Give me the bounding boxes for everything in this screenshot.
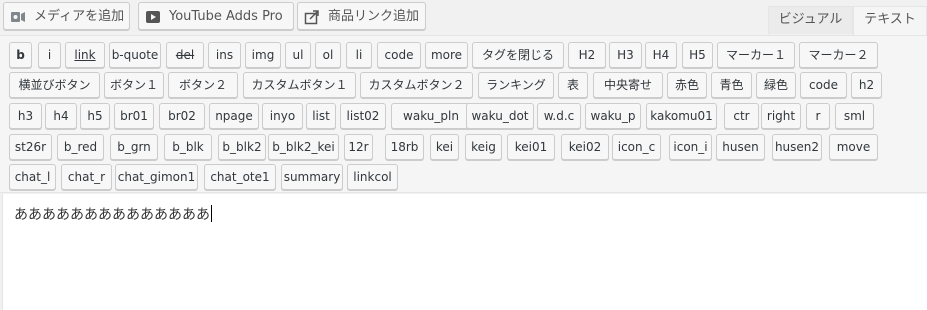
quicktag-button[interactable]: r bbox=[806, 103, 830, 129]
quicktag-button[interactable]: h5 bbox=[80, 103, 110, 129]
quicktag-button[interactable]: h4 bbox=[45, 103, 77, 129]
quicktag-button[interactable]: 横並びボタン bbox=[9, 72, 100, 98]
quicktag-button[interactable]: link bbox=[65, 42, 105, 68]
quicktag-button[interactable]: カスタムボタン１ bbox=[243, 72, 356, 98]
quicktag-button[interactable]: kakomu01 bbox=[646, 103, 717, 129]
quicktag-button[interactable]: kei02 bbox=[561, 134, 609, 160]
quicktag-button[interactable]: img bbox=[245, 42, 281, 68]
quicktag-button[interactable]: 表 bbox=[558, 72, 588, 98]
quicktag-button[interactable]: 青色 bbox=[711, 72, 752, 98]
quicktag-button[interactable]: br02 bbox=[159, 103, 205, 129]
quicktag-button[interactable]: 12r bbox=[344, 134, 373, 160]
quicktag-button[interactable]: sml bbox=[835, 103, 874, 129]
quicktag-button[interactable]: move bbox=[829, 134, 878, 160]
add-media-label: メディアを追加 bbox=[34, 9, 125, 24]
quicktag-button[interactable]: h3 bbox=[9, 103, 42, 129]
quicktag-button[interactable]: st26r bbox=[9, 134, 52, 160]
quicktag-button[interactable]: list bbox=[306, 103, 336, 129]
quicktag-button[interactable]: li bbox=[346, 42, 372, 68]
quicktag-button[interactable]: ol bbox=[315, 42, 341, 68]
quicktag-button[interactable]: H4 bbox=[645, 42, 677, 68]
quicktag-button[interactable]: kei bbox=[430, 134, 459, 160]
quicktag-button[interactable]: del bbox=[166, 42, 204, 68]
quicktag-button[interactable]: chat_ote1 bbox=[204, 164, 276, 190]
quicktag-button[interactable]: ボタン２ bbox=[168, 72, 238, 98]
quicktag-button[interactable]: icon_i bbox=[669, 134, 712, 160]
quicktag-button[interactable]: husen bbox=[716, 134, 765, 160]
quicktag-button[interactable]: b_blk2_kei bbox=[268, 134, 339, 160]
quicktag-button[interactable]: waku_dot bbox=[466, 103, 534, 129]
quicktag-button[interactable]: H3 bbox=[609, 42, 642, 68]
youtube-play-icon bbox=[146, 11, 160, 23]
quicktag-button[interactable]: code bbox=[377, 42, 421, 68]
tab-text[interactable]: テキスト bbox=[853, 6, 927, 35]
quicktag-button[interactable]: 18rb bbox=[385, 134, 424, 160]
add-media-button[interactable]: メディアを追加 bbox=[3, 2, 130, 30]
editor-content-text: ああああああああああああああ bbox=[14, 207, 210, 223]
quicktag-button[interactable]: husen2 bbox=[772, 134, 822, 160]
quicktag-button[interactable]: waku_pln bbox=[391, 103, 471, 129]
quicktag-button[interactable]: right bbox=[761, 103, 801, 129]
quicktag-button[interactable]: b_grn bbox=[110, 134, 158, 160]
quicktag-button[interactable]: icon_c bbox=[612, 134, 661, 160]
quicktag-button[interactable]: マーカー１ bbox=[717, 42, 795, 68]
add-product-link-label: 商品リンク追加 bbox=[328, 9, 420, 24]
quicktag-button[interactable]: waku_p bbox=[585, 103, 641, 129]
tab-visual[interactable]: ビジュアル bbox=[768, 6, 853, 34]
quicktag-button[interactable]: タグを閉じる bbox=[472, 42, 564, 68]
quicktag-button[interactable]: kei01 bbox=[507, 134, 555, 160]
quicktag-button[interactable]: b_blk bbox=[164, 134, 212, 160]
youtube-adds-pro-label: YouTube Adds Pro bbox=[169, 9, 283, 24]
quicktag-button[interactable]: chat_l bbox=[9, 164, 56, 190]
quicktag-button[interactable]: list02 bbox=[340, 103, 386, 129]
quicktag-button[interactable]: i bbox=[38, 42, 61, 68]
quicktag-button[interactable]: keig bbox=[465, 134, 502, 160]
quicktag-button[interactable]: マーカー２ bbox=[799, 42, 878, 68]
quicktag-button[interactable]: chat_r bbox=[61, 164, 112, 190]
quicktag-button[interactable]: カスタムボタン２ bbox=[360, 72, 473, 98]
quicktag-button[interactable]: w.d.c bbox=[537, 103, 581, 129]
quicktag-button[interactable]: chat_gimon1 bbox=[115, 164, 198, 190]
quicktag-button[interactable]: inyo bbox=[262, 103, 303, 129]
quicktag-button[interactable]: br01 bbox=[114, 103, 154, 129]
quicktag-button[interactable]: b bbox=[9, 42, 32, 68]
quicktag-button[interactable]: b-quote bbox=[109, 42, 161, 68]
quicktag-button[interactable]: code bbox=[800, 72, 847, 98]
quicktag-button[interactable]: h2 bbox=[851, 72, 882, 98]
quicktag-button[interactable]: ctr bbox=[724, 103, 759, 129]
quicktag-button[interactable]: ボタン１ bbox=[104, 72, 164, 98]
add-product-link-button[interactable]: 商品リンク追加 bbox=[297, 2, 426, 30]
quicktag-button[interactable]: ins bbox=[208, 42, 241, 68]
youtube-adds-pro-button[interactable]: YouTube Adds Pro bbox=[138, 2, 294, 30]
text-editor-area[interactable]: ああああああああああああああ bbox=[2, 194, 927, 310]
quicktag-button[interactable]: 中央寄せ bbox=[593, 72, 663, 98]
quicktag-button[interactable]: ランキング bbox=[478, 72, 554, 98]
editor-content[interactable]: ああああああああああああああ bbox=[14, 204, 212, 224]
quicktag-button[interactable]: b_red bbox=[57, 134, 104, 160]
media-icon bbox=[11, 12, 25, 22]
quicktag-button[interactable]: H2 bbox=[568, 42, 606, 68]
share-link-icon bbox=[304, 10, 319, 25]
quicktag-button[interactable]: 赤色 bbox=[667, 72, 707, 98]
quicktag-button[interactable]: summary bbox=[281, 164, 343, 190]
quicktag-button[interactable]: H5 bbox=[682, 42, 713, 68]
quicktag-button[interactable]: 緑色 bbox=[756, 72, 796, 98]
quicktag-button[interactable]: npage bbox=[209, 103, 259, 129]
quicktags-toolbar: b i link b-quote del ins img ul ol li code more タグを閉… bbox=[0, 35, 927, 193]
text-caret bbox=[211, 205, 212, 222]
quicktag-button[interactable]: ul bbox=[285, 42, 311, 68]
quicktag-button[interactable]: linkcol bbox=[347, 164, 398, 190]
quicktag-button[interactable]: more bbox=[425, 42, 468, 68]
quicktag-button[interactable]: b_blk2 bbox=[218, 134, 266, 160]
